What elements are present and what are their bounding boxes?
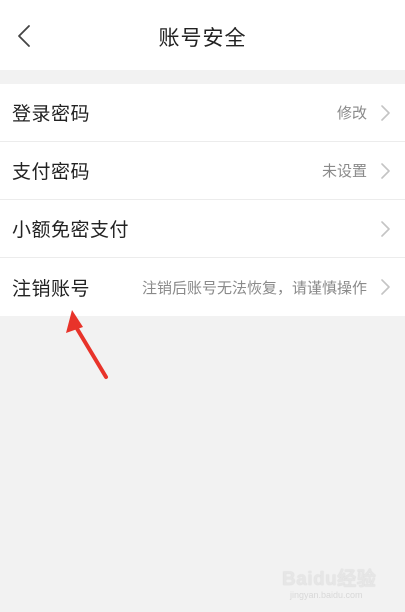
- row-cancel-account[interactable]: 注销账号 注销后账号无法恢复，请谨慎操作: [0, 258, 405, 316]
- row-small-password-free-payment[interactable]: 小额免密支付: [0, 200, 405, 258]
- chevron-right-icon: [381, 220, 390, 237]
- watermark: Baidu经验 jingyan.baidu.com: [282, 560, 397, 604]
- row-login-password[interactable]: 登录密码 修改: [0, 84, 405, 142]
- row-label: 小额免密支付: [12, 219, 130, 241]
- watermark-url: jingyan.baidu.com: [290, 590, 363, 600]
- watermark-brand: Baidu经验: [282, 569, 377, 590]
- page-title: 账号安全: [158, 26, 247, 50]
- settings-list: 登录密码 修改 支付密码 未设置 小额免密支付 注销账号 注销后账号无法恢复，请…: [0, 84, 405, 316]
- chevron-right-icon: [381, 104, 390, 121]
- row-payment-password[interactable]: 支付密码 未设置: [0, 142, 405, 200]
- row-value: 未设置: [321, 162, 367, 180]
- row-value: 修改: [336, 104, 367, 122]
- arrow-shaft: [74, 325, 108, 379]
- chevron-right-icon: [381, 279, 390, 295]
- row-value: 注销后账号无法恢复，请谨慎操作: [141, 278, 367, 297]
- chevron-right-icon: [381, 162, 390, 179]
- row-label: 登录密码: [12, 103, 91, 125]
- row-label: 支付密码: [12, 161, 91, 183]
- row-label: 注销账号: [12, 277, 91, 300]
- top-bar: 账号安全: [0, 0, 405, 70]
